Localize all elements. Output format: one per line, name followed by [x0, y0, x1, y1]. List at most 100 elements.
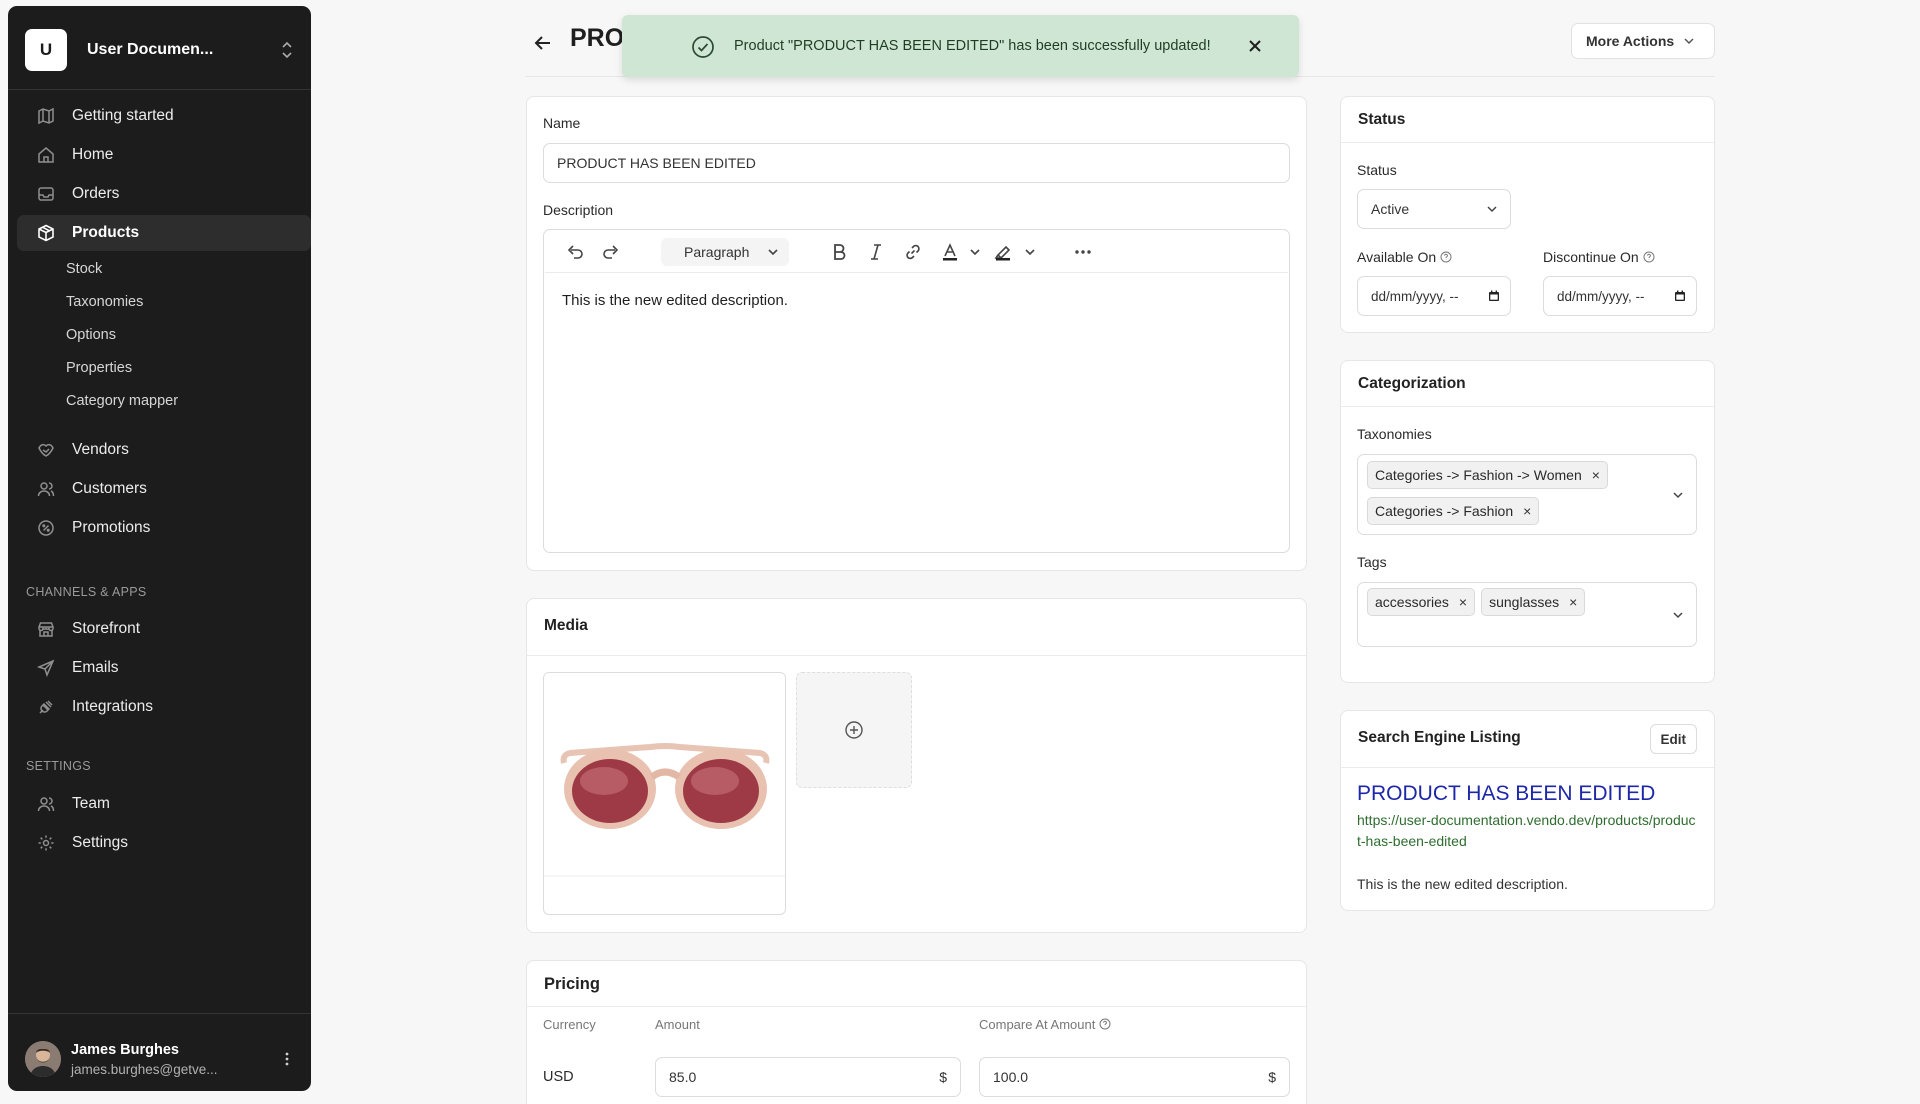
- categorization-title: Categorization: [1358, 375, 1466, 392]
- sidebar-item-orders[interactable]: Orders: [17, 176, 311, 212]
- status-card-title: Status: [1358, 111, 1406, 128]
- chevron-up-down-icon: [280, 40, 294, 60]
- user-profile[interactable]: James Burghes james.burghes@getve...: [25, 1036, 295, 1082]
- toast-message: Product "PRODUCT HAS BEEN EDITED" has be…: [734, 38, 1211, 54]
- gear-icon: [37, 834, 55, 852]
- card-divider: [527, 1006, 1306, 1007]
- tag-pill-label: accessories: [1375, 594, 1449, 610]
- plug-icon: [37, 698, 55, 716]
- remove-taxonomy-button[interactable]: ×: [1592, 467, 1600, 483]
- sunglasses-image: [544, 673, 785, 877]
- sidebar-item-team[interactable]: Team: [17, 786, 311, 822]
- chevron-down-icon: [1683, 35, 1695, 47]
- remove-tag-button[interactable]: ×: [1459, 594, 1467, 610]
- description-label: Description: [543, 202, 614, 218]
- amount-input[interactable]: 85.0 $: [655, 1057, 961, 1097]
- sidebar-subitem-category-mapper[interactable]: Category mapper: [66, 390, 178, 412]
- users-icon: [37, 480, 55, 498]
- more-horizontal-icon[interactable]: [1073, 242, 1093, 262]
- sidebar-item-label: Team: [72, 795, 110, 812]
- paragraph-style-select[interactable]: Paragraph: [661, 238, 789, 266]
- tags-select[interactable]: accessories × sunglasses ×: [1357, 582, 1697, 647]
- sidebar-item-customers[interactable]: Customers: [17, 471, 311, 507]
- remove-taxonomy-button[interactable]: ×: [1523, 503, 1531, 519]
- undo-icon[interactable]: [565, 242, 585, 262]
- link-icon[interactable]: [903, 242, 923, 262]
- store-switcher[interactable]: U User Documen...: [25, 23, 294, 77]
- rich-text-editor[interactable]: Paragraph This is the new edited descrip…: [543, 229, 1290, 553]
- more-vertical-icon[interactable]: [279, 1050, 295, 1068]
- card-divider: [527, 655, 1306, 656]
- sidebar-item-products[interactable]: Products: [17, 215, 311, 251]
- sidebar-subitem-options[interactable]: Options: [66, 324, 116, 346]
- sidebar-item-vendors[interactable]: Vendors: [17, 432, 311, 468]
- user-name: James Burghes: [71, 1041, 179, 1058]
- sidebar-item-label: Customers: [72, 480, 147, 497]
- discontinue-on-input[interactable]: dd/mm/yyyy, --: [1543, 276, 1697, 316]
- sidebar-item-label: Emails: [72, 659, 119, 676]
- taxonomies-select[interactable]: Categories -> Fashion -> Women × Categori…: [1357, 454, 1697, 535]
- compare-amount-label: Compare At Amount: [979, 1017, 1096, 1032]
- sidebar-subitem-properties[interactable]: Properties: [66, 357, 132, 379]
- sidebar-item-home[interactable]: Home: [17, 137, 311, 173]
- sidebar-item-label: Settings: [72, 834, 129, 851]
- store-icon: [37, 620, 55, 638]
- available-on-value: dd/mm/yyyy, --: [1371, 288, 1459, 304]
- user-email: james.burghes@getve...: [71, 1061, 218, 1077]
- sidebar-subitem-taxonomies[interactable]: Taxonomies: [66, 291, 143, 313]
- currency-symbol: $: [1268, 1069, 1276, 1085]
- description-content[interactable]: This is the new edited description.: [562, 292, 788, 309]
- help-icon[interactable]: [1440, 251, 1452, 263]
- editor-toolbar: Paragraph: [545, 231, 1288, 273]
- back-arrow-icon[interactable]: [530, 30, 556, 56]
- home-icon: [37, 146, 55, 164]
- remove-tag-button[interactable]: ×: [1569, 594, 1577, 610]
- team-icon: [37, 795, 55, 813]
- sidebar: U User Documen... Getting started Home O…: [8, 6, 311, 1091]
- bold-icon[interactable]: [829, 242, 849, 262]
- close-icon[interactable]: [1247, 38, 1263, 54]
- tag-pill: sunglasses ×: [1481, 588, 1586, 616]
- card-divider: [1341, 142, 1714, 143]
- status-select[interactable]: Active: [1357, 189, 1511, 229]
- sidebar-item-promotions[interactable]: Promotions: [17, 510, 311, 546]
- sidebar-item-storefront[interactable]: Storefront: [17, 611, 311, 647]
- calendar-icon: [1674, 290, 1686, 302]
- text-color-icon[interactable]: [940, 242, 960, 262]
- help-icon[interactable]: [1643, 251, 1655, 263]
- italic-icon[interactable]: [866, 242, 886, 262]
- sidebar-item-emails[interactable]: Emails: [17, 650, 311, 686]
- paragraph-style-label: Paragraph: [684, 244, 750, 260]
- available-on-input[interactable]: dd/mm/yyyy, --: [1357, 276, 1511, 316]
- sidebar-item-integrations[interactable]: Integrations: [17, 689, 311, 725]
- sidebar-subitem-stock[interactable]: Stock: [66, 258, 102, 280]
- store-avatar: U: [25, 29, 67, 71]
- seo-listing-url: https://user-documentation.vendo.dev/pro…: [1357, 812, 1696, 849]
- add-media-button[interactable]: [796, 672, 912, 788]
- check-circle-icon: [691, 35, 715, 59]
- compare-amount-input[interactable]: 100.0 $: [979, 1057, 1290, 1097]
- pricing-title: Pricing: [544, 975, 600, 993]
- channels-heading: CHANNELS & APPS: [26, 585, 147, 599]
- sidebar-item-getting-started[interactable]: Getting started: [17, 98, 311, 134]
- currency-header: Currency: [543, 1017, 596, 1032]
- compare-amount-header: Compare At Amount: [979, 1017, 1111, 1032]
- seo-card-title: Search Engine Listing: [1358, 729, 1521, 746]
- avatar: [25, 1041, 61, 1077]
- chevron-down-icon[interactable]: [965, 242, 985, 262]
- tags-label: Tags: [1357, 554, 1387, 570]
- more-actions-button[interactable]: More Actions: [1571, 23, 1715, 59]
- help-icon[interactable]: [1099, 1018, 1111, 1030]
- chevron-down-icon[interactable]: [1020, 242, 1040, 262]
- chevron-down-icon: [1672, 609, 1684, 621]
- name-input[interactable]: PRODUCT HAS BEEN EDITED: [543, 143, 1290, 183]
- sidebar-item-settings[interactable]: Settings: [17, 825, 311, 861]
- more-actions-label: More Actions: [1586, 33, 1675, 49]
- media-title: Media: [544, 617, 588, 634]
- redo-icon[interactable]: [601, 242, 621, 262]
- seo-edit-button[interactable]: Edit: [1649, 724, 1697, 754]
- seo-listing-title[interactable]: PRODUCT HAS BEEN EDITED: [1357, 782, 1655, 806]
- product-image[interactable]: [543, 672, 786, 915]
- available-on-label: Available On: [1357, 249, 1452, 265]
- highlight-icon[interactable]: [993, 242, 1013, 262]
